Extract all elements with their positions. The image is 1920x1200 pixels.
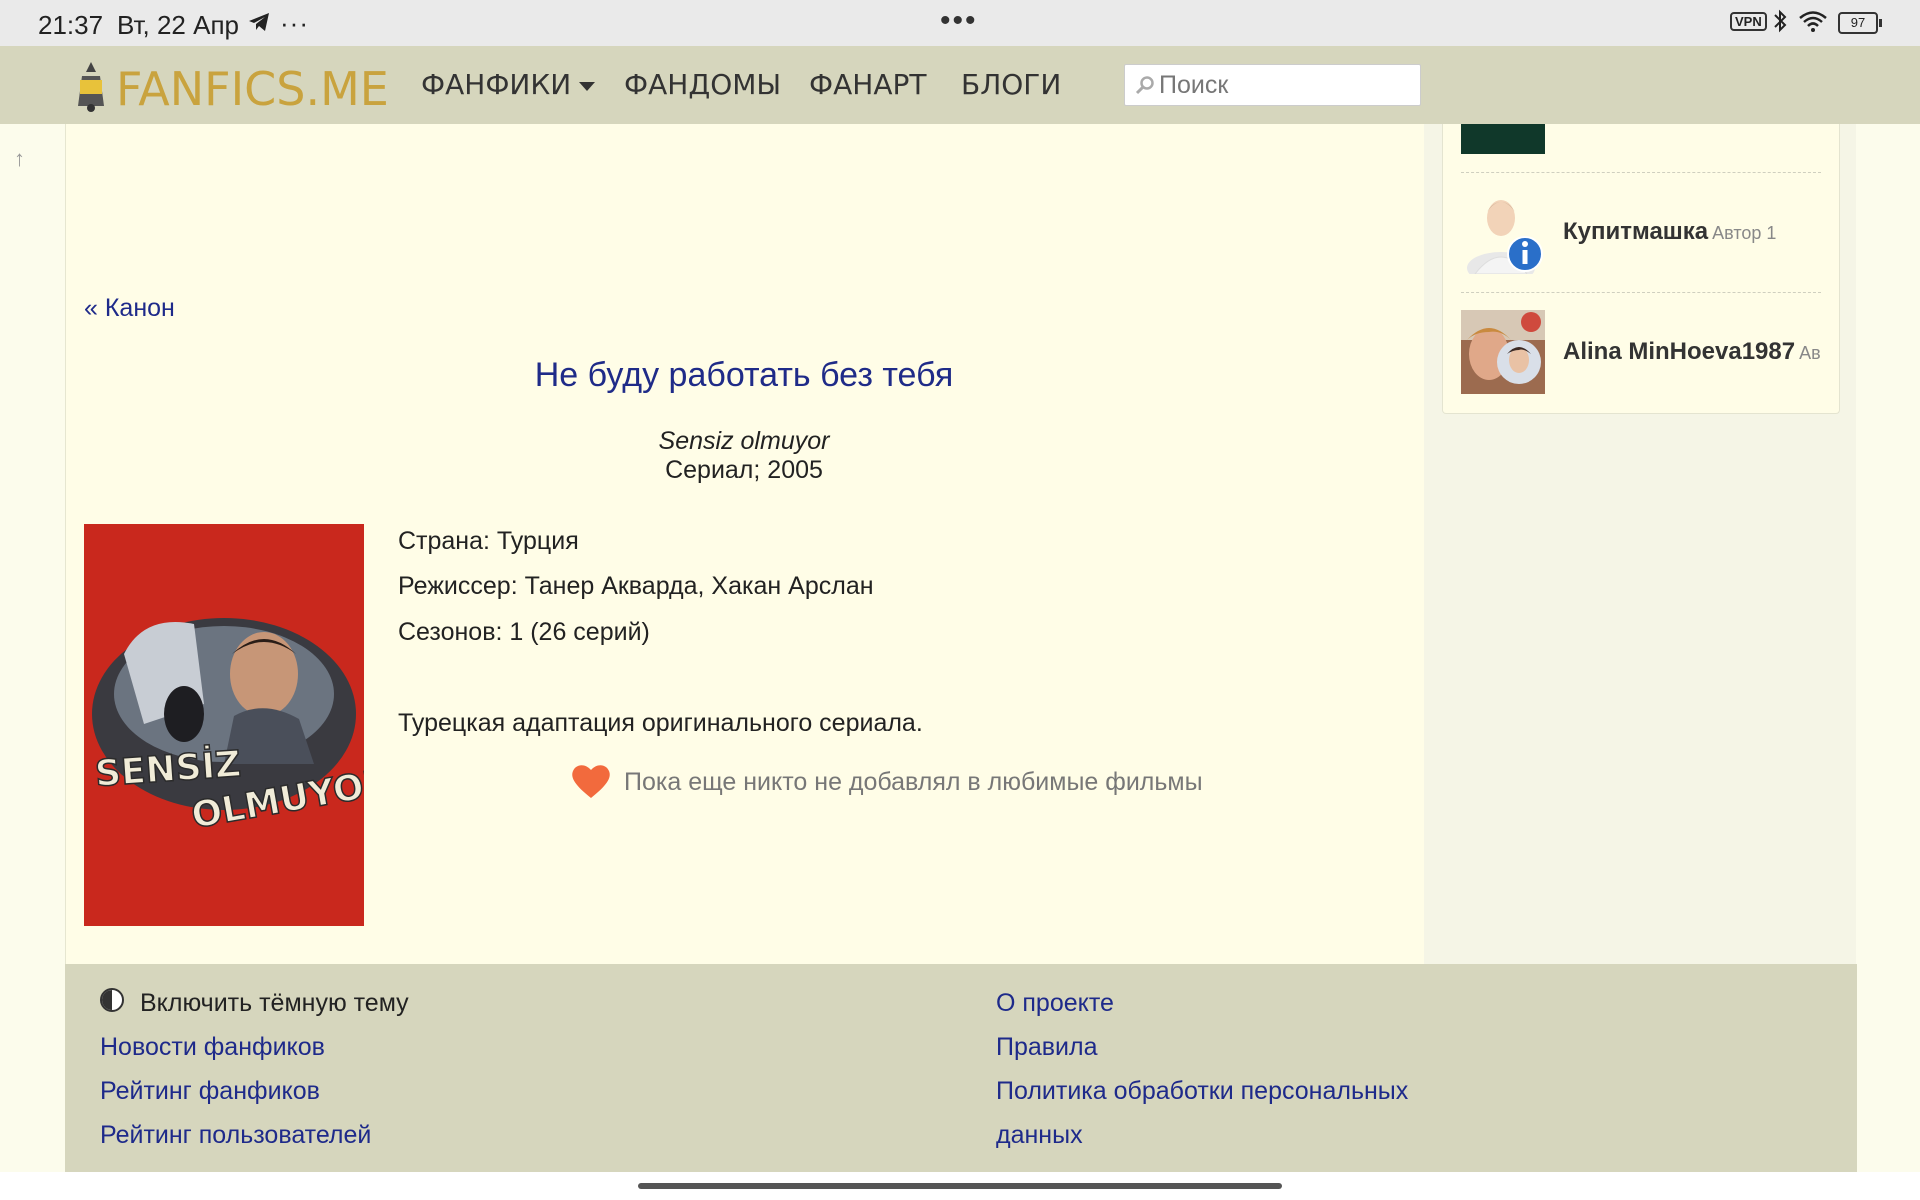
status-time: 21:37 — [38, 10, 104, 40]
description: Турецкая адаптация оригинального сериала… — [398, 709, 923, 737]
bluetooth-icon — [1772, 8, 1788, 41]
nav-fanart[interactable]: ФАНАРТ — [809, 68, 926, 101]
vpn-icon: VPN — [1730, 12, 1767, 31]
poster-image: SENSİZ OLMUYOR — [84, 524, 364, 926]
dark-theme-toggle[interactable]: Включить тёмную тему — [140, 989, 409, 1018]
heart-icon[interactable] — [570, 762, 612, 800]
sidebar-user-name[interactable]: Купитмашка Автор 1 — [1563, 218, 1776, 246]
seasons-info: Сезонов: 1 (26 серий) — [398, 618, 650, 646]
status-date: Вт, 22 Апр — [117, 10, 239, 40]
footer-link-rules[interactable]: Правила — [996, 1033, 1098, 1062]
footer-link-about[interactable]: О проекте — [996, 989, 1114, 1018]
user-name: Купитмашка — [1563, 218, 1709, 245]
telegram-icon — [248, 11, 270, 39]
back-to-canon-link[interactable]: « Канон — [84, 294, 175, 323]
sidebar-user-name[interactable]: Alina MinHoeva1987 Ав — [1563, 338, 1821, 366]
status-bar: 21:37 Вт, 22 Апр ··· ••• VPN 97 — [0, 0, 1920, 46]
search-input[interactable] — [1159, 65, 1414, 105]
search-box — [1124, 64, 1421, 106]
type-year: Сериал; 2005 — [665, 456, 823, 484]
site-navbar: FANFICS.ME ФАНФИКИ ФАНДОМЫ ФАНАРТ БЛОГИ — [0, 46, 1920, 124]
user-avatar-partial[interactable] — [1461, 124, 1545, 154]
footer-link-user-rating[interactable]: Рейтинг пользователей — [100, 1121, 371, 1150]
footer-link-privacy-policy-cont[interactable]: данных — [996, 1121, 1083, 1150]
sidebar-divider — [1461, 172, 1821, 173]
contrast-icon[interactable] — [100, 988, 124, 1012]
user-avatar-photo[interactable] — [1461, 310, 1545, 394]
wifi-icon — [1798, 10, 1828, 37]
logo-text: FANFICS.ME — [116, 62, 389, 116]
user-role: Ав — [1799, 343, 1821, 363]
original-title: Sensiz olmuyor — [658, 427, 830, 455]
user-role: Автор 1 — [1712, 223, 1777, 243]
chevron-down-icon — [579, 81, 596, 91]
window-dots-icon[interactable]: ••• — [940, 4, 978, 38]
battery-icon: 97 — [1838, 12, 1882, 34]
footer-link-privacy-policy[interactable]: Политика обработки персональных — [996, 1077, 1408, 1106]
nav-fanfics-label: ФАНФИКИ — [421, 68, 572, 101]
home-indicator[interactable] — [638, 1183, 1282, 1189]
default-user-avatar[interactable] — [1461, 190, 1545, 274]
country-info: Страна: Турция — [398, 527, 579, 555]
status-more-icon: ··· — [280, 8, 309, 38]
favorites-status: Пока еще никто не добавлял в любимые фил… — [624, 768, 1203, 796]
nav-fanfics[interactable]: ФАНФИКИ — [421, 68, 596, 101]
sidebar-divider — [1461, 292, 1821, 293]
director-info: Режиссер: Танер Акварда, Хакан Арслан — [398, 572, 874, 600]
footer-link-fanfic-news[interactable]: Новости фанфиков — [100, 1033, 325, 1062]
footer-link-fanfic-rating[interactable]: Рейтинг фанфиков — [100, 1077, 320, 1106]
page-title: Не буду работать без тебя — [534, 356, 954, 394]
scroll-up-icon[interactable]: ↑ — [14, 146, 25, 172]
nav-fandoms[interactable]: ФАНДОМЫ — [624, 68, 781, 101]
nav-blogs[interactable]: БЛОГИ — [961, 68, 1061, 101]
search-icon — [1135, 76, 1154, 95]
logo-owl-icon — [78, 62, 104, 112]
user-name: Alina MinHoeva1987 — [1563, 338, 1796, 365]
